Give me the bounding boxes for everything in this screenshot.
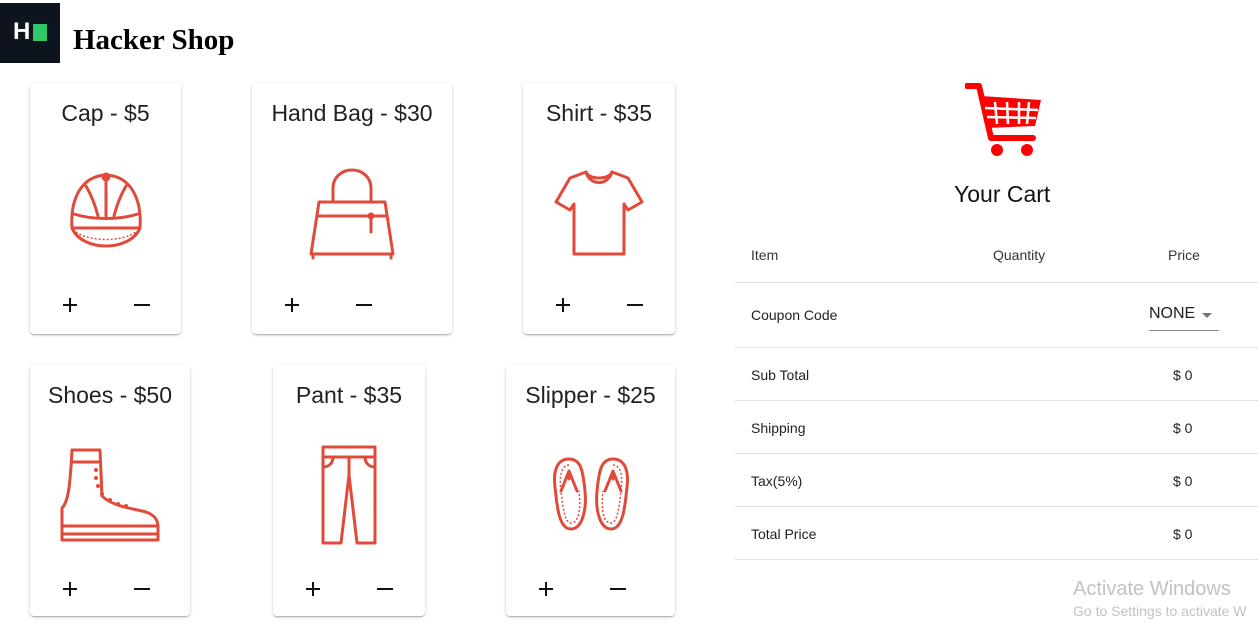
product-title: Shoes - $50: [47, 382, 173, 408]
total-row: Total Price $ 0: [735, 507, 1258, 560]
product-card-cap: Cap - $5: [30, 83, 181, 334]
shopping-cart-icon: [964, 82, 1045, 165]
tax-label: Tax(5%): [751, 473, 803, 489]
product-card-pant: Pant - $35: [273, 365, 425, 616]
add-pant-button[interactable]: [301, 577, 325, 601]
add-cap-button[interactable]: [58, 293, 82, 317]
slipper-icon: [551, 457, 631, 538]
total-label: Total Price: [751, 526, 817, 542]
brand-title: Hacker Shop: [73, 24, 235, 56]
remove-handbag-button[interactable]: [352, 293, 376, 317]
product-card-slipper: Slipper - $25: [506, 365, 675, 616]
product-title: Slipper - $25: [525, 382, 656, 408]
shirt-icon: [554, 168, 644, 265]
cart-table: Item Quantity Price Coupon Code NONE Sub…: [735, 228, 1258, 560]
shipping-value: $ 0: [1173, 420, 1193, 436]
remove-shirt-button[interactable]: [623, 293, 647, 317]
product-title: Cap - $5: [61, 100, 150, 126]
shipping-row: Shipping $ 0: [735, 401, 1258, 454]
subtotal-row: Sub Total $ 0: [735, 348, 1258, 401]
coupon-label: Coupon Code: [751, 307, 838, 323]
product-title: Hand Bag - $30: [271, 100, 433, 126]
add-shoes-button[interactable]: [58, 577, 82, 601]
add-slipper-button[interactable]: [534, 577, 558, 601]
header-quantity: Quantity: [993, 247, 1046, 263]
cart-title: Your Cart: [954, 181, 1051, 207]
hackerrank-logo: H: [0, 3, 60, 63]
total-value: $ 0: [1173, 526, 1193, 542]
shipping-label: Shipping: [751, 420, 806, 436]
add-handbag-button[interactable]: [280, 293, 304, 317]
chevron-down-icon: [1202, 313, 1212, 318]
coupon-select[interactable]: NONE: [1149, 300, 1219, 331]
header-price: Price: [1168, 247, 1200, 263]
add-shirt-button[interactable]: [551, 293, 575, 317]
coupon-value: NONE: [1149, 305, 1196, 322]
product-card-handbag: Hand Bag - $30: [252, 83, 452, 334]
cap-icon: [68, 168, 144, 253]
product-card-shoes: Shoes - $50: [30, 365, 190, 616]
tax-value: $ 0: [1173, 473, 1193, 489]
logo-block: [33, 24, 47, 41]
subtotal-label: Sub Total: [751, 367, 810, 383]
header-item: Item: [751, 247, 779, 263]
product-title: Pant - $35: [295, 382, 403, 408]
watermark-line2: Go to Settings to activate W: [1073, 603, 1247, 619]
product-card-shirt: Shirt - $35: [523, 83, 675, 334]
remove-slipper-button[interactable]: [606, 577, 630, 601]
remove-cap-button[interactable]: [130, 293, 154, 317]
activate-windows-watermark: Activate Windows Go to Settings to activ…: [1073, 578, 1247, 619]
product-title: Shirt - $35: [545, 100, 653, 126]
boot-icon: [58, 448, 162, 549]
coupon-row: Coupon Code NONE: [735, 283, 1258, 348]
remove-pant-button[interactable]: [373, 577, 397, 601]
remove-shoes-button[interactable]: [130, 577, 154, 601]
tax-row: Tax(5%) $ 0: [735, 454, 1258, 507]
cart-header-row: Item Quantity Price: [735, 228, 1258, 283]
handbag-icon: [309, 168, 395, 265]
watermark-line1: Activate Windows: [1073, 578, 1231, 600]
pant-icon: [319, 445, 379, 552]
logo-letter: H: [13, 18, 31, 45]
subtotal-value: $ 0: [1173, 367, 1193, 383]
